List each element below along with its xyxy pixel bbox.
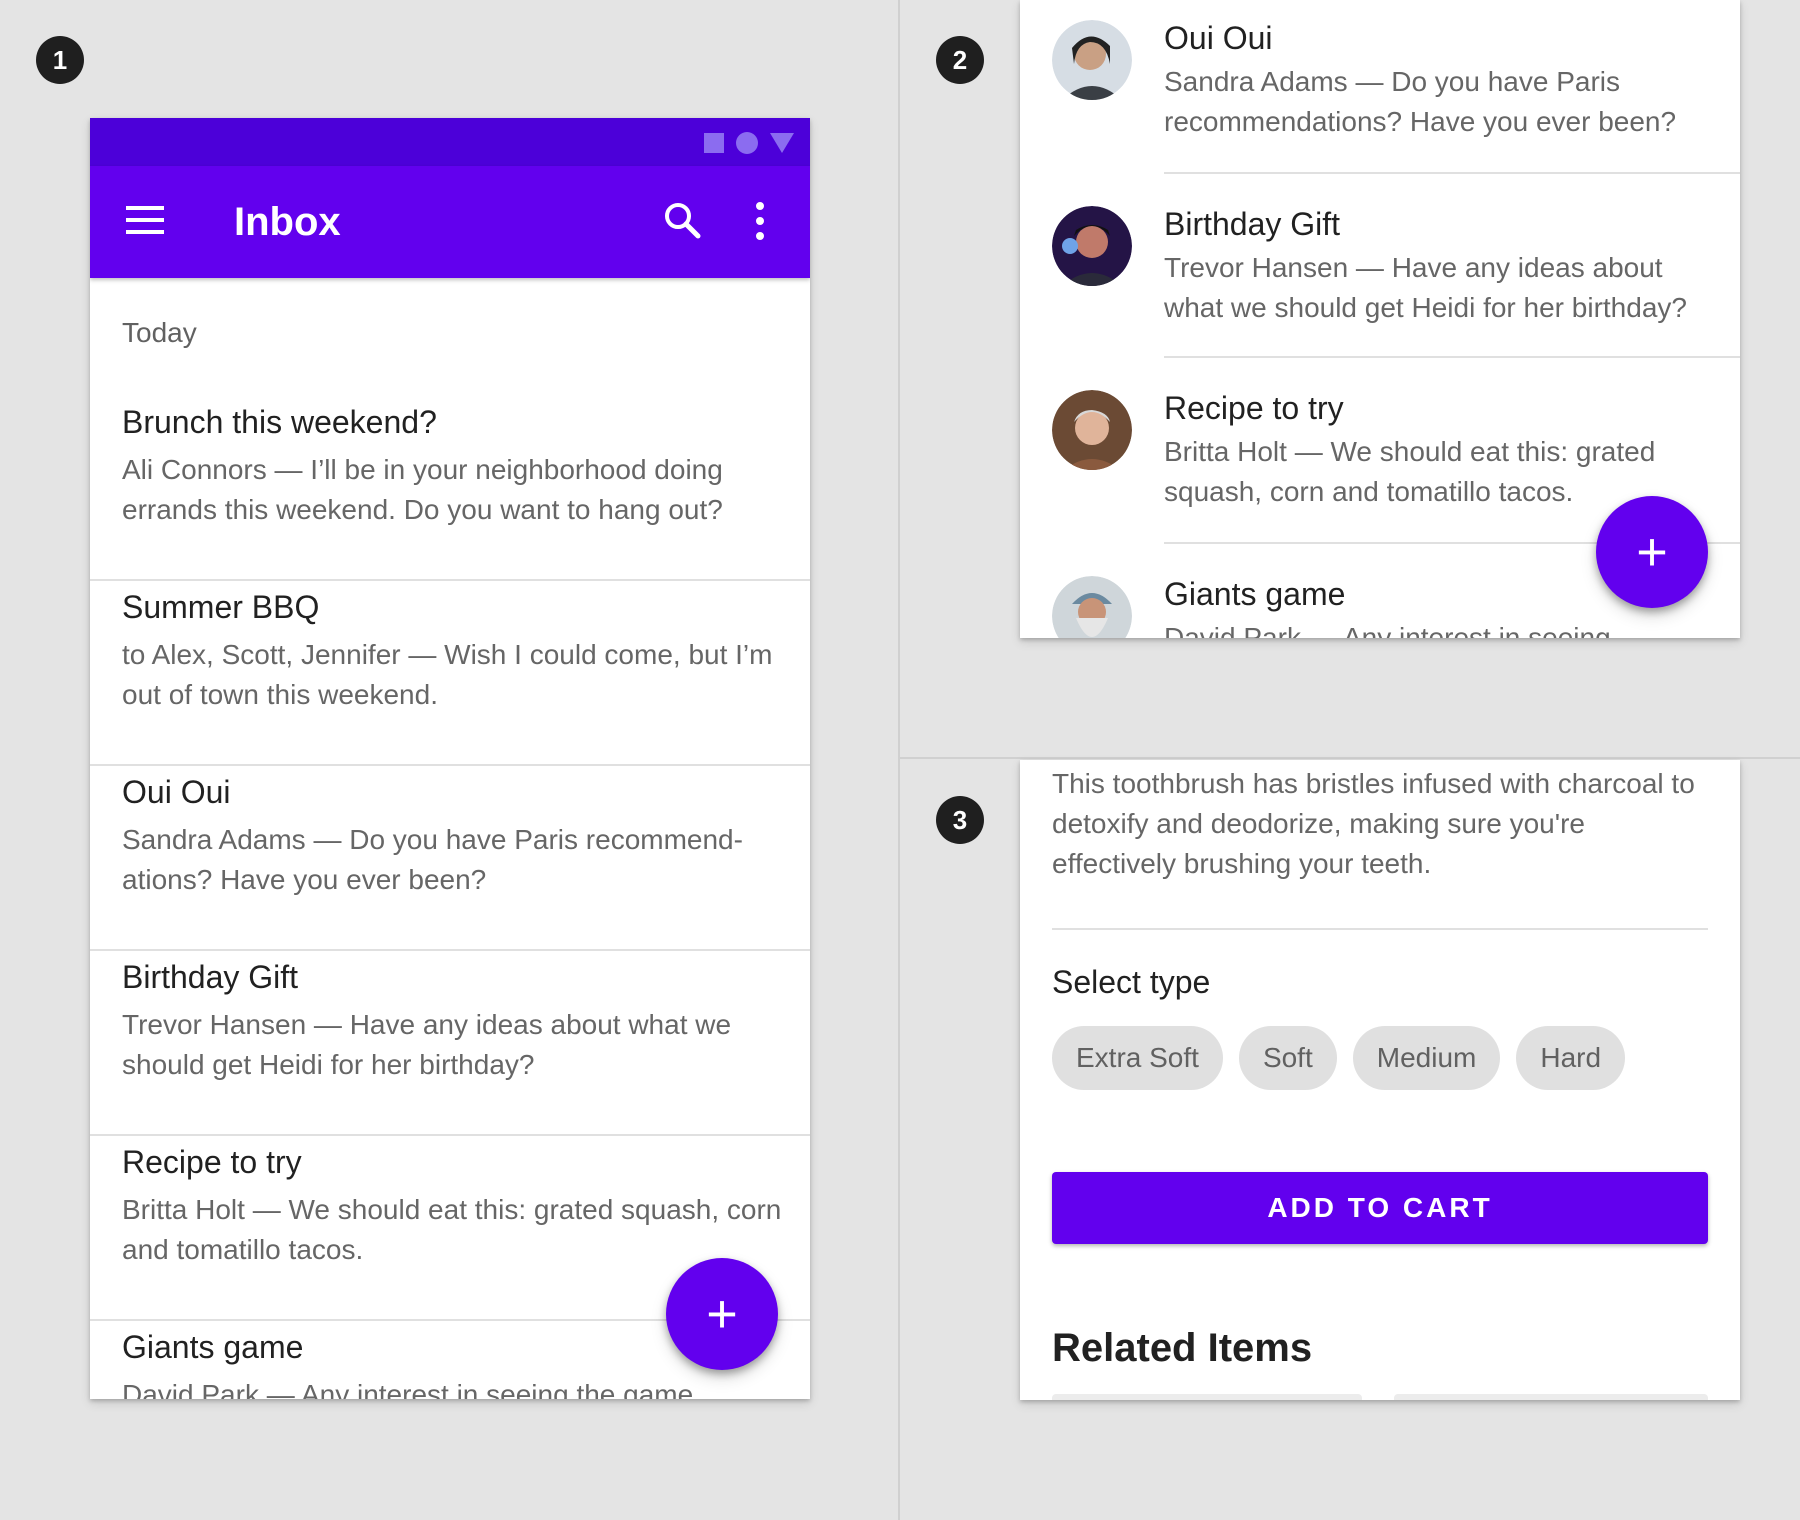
list-item[interactable]: Brunch this weekend? Ali Connors — I’ll … [90,396,810,581]
item-body: David Park — Any interest in seeing [1164,622,1611,638]
select-type-label: Select type [1052,964,1211,1000]
home-icon [736,132,758,154]
avatar [1052,390,1132,470]
item-body: Britta Holt — We should eat this: grated… [122,1194,782,1265]
item-title: Birthday Gift [122,959,299,995]
related-item-card[interactable] [1052,1394,1362,1400]
page-title: Inbox [234,200,341,244]
item-title: Giants game [122,1329,304,1365]
chip-soft[interactable]: Soft [1238,1026,1337,1090]
signal-icon [770,133,794,153]
item-body: Trevor Hansen — Have any ideas about wha… [1164,252,1687,323]
avatar [1052,206,1132,286]
item-title: Recipe to try [1164,390,1344,426]
step-badge-2: 2 [936,36,984,84]
list-item[interactable]: Summer BBQ to Alex, Scott, Jennifer — Wi… [90,581,810,766]
search-icon[interactable] [662,200,702,240]
section-divider [1052,928,1708,930]
list-item[interactable]: Birthday Gift Trevor Hansen — Have any i… [90,951,810,1136]
vertical-divider [898,0,900,1520]
list-divider [1164,172,1740,174]
compose-fab[interactable]: + [1596,496,1708,608]
list-item[interactable]: Oui Oui Sandra Adams — Do you have Paris… [90,766,810,951]
chip-extra-soft[interactable]: Extra Soft [1052,1026,1223,1090]
avatar-list-screen: Oui Oui Sandra Adams — Do you have Paris… [1020,0,1740,638]
item-title: Brunch this weekend? [122,404,437,440]
plus-icon: + [706,1284,738,1344]
related-item-card[interactable] [1394,1394,1708,1400]
compose-fab[interactable]: + [666,1258,778,1370]
list-subheader: Today [122,317,197,348]
more-vert-icon[interactable] [755,202,765,240]
related-items-heading: Related Items [1052,1326,1313,1370]
item-body: Sandra Adams — Do you have Paris recomme… [1164,66,1677,137]
recents-icon [704,133,724,153]
item-body: Sandra Adams — Do you have Paris recomme… [122,824,743,895]
list-divider [1164,356,1740,358]
list-item[interactable]: Birthday Gift Trevor Hansen — Have any i… [1020,186,1740,372]
chip-medium[interactable]: Medium [1352,1026,1501,1090]
chip-hard[interactable]: Hard [1516,1026,1626,1090]
product-detail-screen: This toothbrush has bristles infused wit… [1020,760,1740,1400]
status-bar [90,118,810,166]
list-item[interactable]: Oui Oui Sandra Adams — Do you have Paris… [1020,0,1740,186]
step-badge-3: 3 [936,796,984,844]
item-body: to Alex, Scott, Jennifer — Wish I could … [122,639,773,710]
item-body: Trevor Hansen — Have any ideas about wha… [122,1009,732,1080]
product-description: This toothbrush has bristles infused wit… [1052,768,1695,879]
item-title: Summer BBQ [122,589,320,625]
add-to-cart-button[interactable]: ADD TO CART [1052,1172,1708,1244]
item-title: Birthday Gift [1164,206,1341,242]
step-badge-1: 1 [36,36,84,84]
item-title: Giants game [1164,576,1346,612]
chip-group: Extra Soft Soft Medium Hard [1052,1026,1626,1090]
horizontal-divider [898,757,1800,759]
top-app-bar: Inbox [90,166,810,278]
menu-icon[interactable] [126,206,164,234]
inbox-screen: Inbox Today Brunch this weekend? Ali Con… [90,118,810,1399]
item-body: David Park — Any interest in seeing the … [122,1379,694,1399]
avatar [1052,576,1132,638]
item-title: Oui Oui [1164,20,1273,56]
item-title: Recipe to try [122,1144,302,1180]
avatar [1052,20,1132,100]
item-title: Oui Oui [122,774,231,810]
item-body: Ali Connors — I’ll be in your neighborho… [122,454,723,525]
plus-icon: + [1636,522,1668,582]
